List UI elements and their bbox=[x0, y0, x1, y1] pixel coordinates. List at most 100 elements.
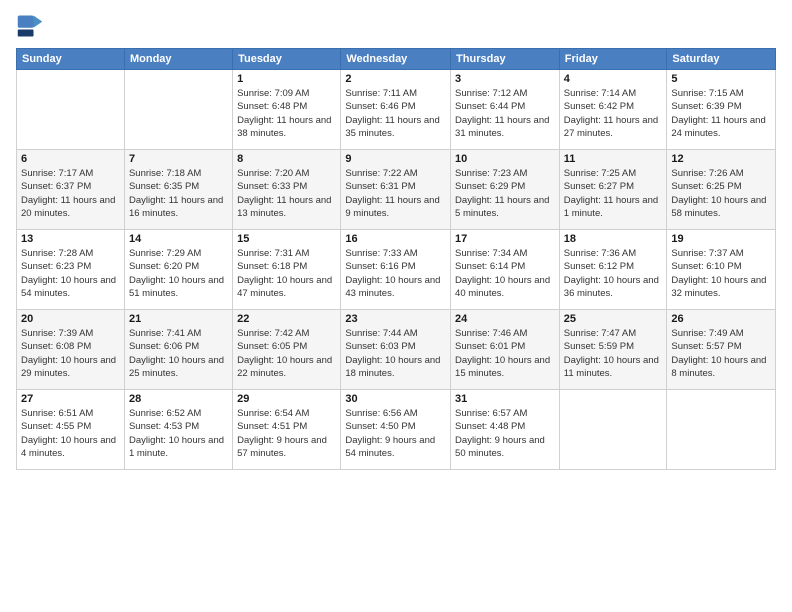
weekday-header-tuesday: Tuesday bbox=[233, 49, 341, 70]
day-info: Sunrise: 7:47 AM Sunset: 5:59 PM Dayligh… bbox=[564, 327, 663, 380]
day-info: Sunrise: 7:46 AM Sunset: 6:01 PM Dayligh… bbox=[455, 327, 555, 380]
day-number: 25 bbox=[564, 313, 663, 325]
day-info: Sunrise: 7:22 AM Sunset: 6:31 PM Dayligh… bbox=[345, 167, 446, 220]
day-cell: 1Sunrise: 7:09 AM Sunset: 6:48 PM Daylig… bbox=[233, 70, 341, 150]
day-cell: 22 Sunrise: 7:42 AM Sunset: 6:05 PM Dayli… bbox=[233, 310, 341, 390]
weekday-header-sunday: Sunday bbox=[17, 49, 125, 70]
day-number: 30 bbox=[345, 393, 446, 405]
day-cell: 2Sunrise: 7:11 AM Sunset: 6:46 PM Daylig… bbox=[341, 70, 451, 150]
day-number: 4 bbox=[564, 73, 663, 85]
day-info: Sunrise: 7:33 AM Sunset: 6:16 PM Dayligh… bbox=[345, 247, 446, 300]
day-info: Sunrise: 7:49 AM Sunset: 5:57 PM Dayligh… bbox=[671, 327, 771, 380]
day-info: Sunrise: 7:31 AM Sunset: 6:18 PM Dayligh… bbox=[237, 247, 336, 300]
day-number: 24 bbox=[455, 313, 555, 325]
day-cell: 5 Sunrise: 7:15 AM Sunset: 6:39 PM Daylig… bbox=[667, 70, 776, 150]
day-number: 9 bbox=[345, 153, 446, 165]
day-cell: 8 Sunrise: 7:20 AM Sunset: 6:33 PM Daylig… bbox=[233, 150, 341, 230]
day-number: 29 bbox=[237, 393, 336, 405]
day-cell: 24 Sunrise: 7:46 AM Sunset: 6:01 PM Dayli… bbox=[451, 310, 560, 390]
day-cell: 15Sunrise: 7:31 AM Sunset: 6:18 PM Dayli… bbox=[233, 230, 341, 310]
day-cell: 26 Sunrise: 7:49 AM Sunset: 5:57 PM Dayli… bbox=[667, 310, 776, 390]
day-number: 20 bbox=[21, 313, 120, 325]
day-info: Sunrise: 7:34 AM Sunset: 6:14 PM Dayligh… bbox=[455, 247, 555, 300]
calendar-table: SundayMondayTuesdayWednesdayThursdayFrid… bbox=[16, 48, 776, 470]
weekday-header-row: SundayMondayTuesdayWednesdayThursdayFrid… bbox=[17, 49, 776, 70]
day-number: 26 bbox=[671, 313, 771, 325]
day-info: Sunrise: 7:15 AM Sunset: 6:39 PM Dayligh… bbox=[671, 87, 771, 140]
day-cell: 13 Sunrise: 7:28 AM Sunset: 6:23 PM Dayli… bbox=[17, 230, 125, 310]
day-info: Sunrise: 7:37 AM Sunset: 6:10 PM Dayligh… bbox=[671, 247, 771, 300]
day-info: Sunrise: 7:23 AM Sunset: 6:29 PM Dayligh… bbox=[455, 167, 555, 220]
day-cell: 29Sunrise: 6:54 AM Sunset: 4:51 PM Dayli… bbox=[233, 390, 341, 470]
day-number: 18 bbox=[564, 233, 663, 245]
day-number: 14 bbox=[129, 233, 228, 245]
day-number: 1 bbox=[237, 73, 336, 85]
day-number: 23 bbox=[345, 313, 446, 325]
day-info: Sunrise: 6:56 AM Sunset: 4:50 PM Dayligh… bbox=[345, 407, 446, 460]
day-cell: 9 Sunrise: 7:22 AM Sunset: 6:31 PM Daylig… bbox=[341, 150, 451, 230]
day-number: 22 bbox=[237, 313, 336, 325]
day-cell: 16Sunrise: 7:33 AM Sunset: 6:16 PM Dayli… bbox=[341, 230, 451, 310]
day-info: Sunrise: 6:57 AM Sunset: 4:48 PM Dayligh… bbox=[455, 407, 555, 460]
week-row-0: 1Sunrise: 7:09 AM Sunset: 6:48 PM Daylig… bbox=[17, 70, 776, 150]
day-number: 10 bbox=[455, 153, 555, 165]
day-number: 3 bbox=[455, 73, 555, 85]
week-row-2: 13 Sunrise: 7:28 AM Sunset: 6:23 PM Dayli… bbox=[17, 230, 776, 310]
day-number: 7 bbox=[129, 153, 228, 165]
day-number: 5 bbox=[671, 73, 771, 85]
day-cell: 3 Sunrise: 7:12 AM Sunset: 6:44 PM Daylig… bbox=[451, 70, 560, 150]
day-cell: 7 Sunrise: 7:18 AM Sunset: 6:35 PM Daylig… bbox=[124, 150, 232, 230]
day-info: Sunrise: 7:42 AM Sunset: 6:05 PM Dayligh… bbox=[237, 327, 336, 380]
day-number: 2 bbox=[345, 73, 446, 85]
day-cell bbox=[124, 70, 232, 150]
day-cell: 21 Sunrise: 7:41 AM Sunset: 6:06 PM Dayli… bbox=[124, 310, 232, 390]
day-info: Sunrise: 7:44 AM Sunset: 6:03 PM Dayligh… bbox=[345, 327, 446, 380]
week-row-3: 20Sunrise: 7:39 AM Sunset: 6:08 PM Dayli… bbox=[17, 310, 776, 390]
day-cell: 31 Sunrise: 6:57 AM Sunset: 4:48 PM Dayli… bbox=[451, 390, 560, 470]
day-info: Sunrise: 7:14 AM Sunset: 6:42 PM Dayligh… bbox=[564, 87, 663, 140]
day-number: 28 bbox=[129, 393, 228, 405]
day-info: Sunrise: 7:29 AM Sunset: 6:20 PM Dayligh… bbox=[129, 247, 228, 300]
header bbox=[16, 12, 776, 40]
day-info: Sunrise: 7:41 AM Sunset: 6:06 PM Dayligh… bbox=[129, 327, 228, 380]
day-cell: 12 Sunrise: 7:26 AM Sunset: 6:25 PM Dayli… bbox=[667, 150, 776, 230]
logo bbox=[16, 12, 48, 40]
week-row-4: 27 Sunrise: 6:51 AM Sunset: 4:55 PM Dayli… bbox=[17, 390, 776, 470]
day-number: 11 bbox=[564, 153, 663, 165]
weekday-header-thursday: Thursday bbox=[451, 49, 560, 70]
day-number: 13 bbox=[21, 233, 120, 245]
day-cell: 20Sunrise: 7:39 AM Sunset: 6:08 PM Dayli… bbox=[17, 310, 125, 390]
day-cell: 6Sunrise: 7:17 AM Sunset: 6:37 PM Daylig… bbox=[17, 150, 125, 230]
day-cell bbox=[17, 70, 125, 150]
day-number: 21 bbox=[129, 313, 228, 325]
day-cell: 14 Sunrise: 7:29 AM Sunset: 6:20 PM Dayli… bbox=[124, 230, 232, 310]
day-info: Sunrise: 6:52 AM Sunset: 4:53 PM Dayligh… bbox=[129, 407, 228, 460]
day-number: 6 bbox=[21, 153, 120, 165]
weekday-header-saturday: Saturday bbox=[667, 49, 776, 70]
day-cell bbox=[667, 390, 776, 470]
day-info: Sunrise: 7:18 AM Sunset: 6:35 PM Dayligh… bbox=[129, 167, 228, 220]
day-info: Sunrise: 7:20 AM Sunset: 6:33 PM Dayligh… bbox=[237, 167, 336, 220]
day-number: 19 bbox=[671, 233, 771, 245]
weekday-header-friday: Friday bbox=[559, 49, 667, 70]
day-number: 12 bbox=[671, 153, 771, 165]
week-row-1: 6Sunrise: 7:17 AM Sunset: 6:37 PM Daylig… bbox=[17, 150, 776, 230]
day-cell: 30 Sunrise: 6:56 AM Sunset: 4:50 PM Dayli… bbox=[341, 390, 451, 470]
day-cell: 10 Sunrise: 7:23 AM Sunset: 6:29 PM Dayli… bbox=[451, 150, 560, 230]
day-cell: 18 Sunrise: 7:36 AM Sunset: 6:12 PM Dayli… bbox=[559, 230, 667, 310]
day-number: 8 bbox=[237, 153, 336, 165]
day-number: 27 bbox=[21, 393, 120, 405]
day-info: Sunrise: 7:26 AM Sunset: 6:25 PM Dayligh… bbox=[671, 167, 771, 220]
day-cell: 28 Sunrise: 6:52 AM Sunset: 4:53 PM Dayli… bbox=[124, 390, 232, 470]
day-number: 31 bbox=[455, 393, 555, 405]
day-info: Sunrise: 7:28 AM Sunset: 6:23 PM Dayligh… bbox=[21, 247, 120, 300]
day-info: Sunrise: 7:12 AM Sunset: 6:44 PM Dayligh… bbox=[455, 87, 555, 140]
day-cell: 11Sunrise: 7:25 AM Sunset: 6:27 PM Dayli… bbox=[559, 150, 667, 230]
day-cell bbox=[559, 390, 667, 470]
day-cell: 4 Sunrise: 7:14 AM Sunset: 6:42 PM Daylig… bbox=[559, 70, 667, 150]
weekday-header-monday: Monday bbox=[124, 49, 232, 70]
page: SundayMondayTuesdayWednesdayThursdayFrid… bbox=[0, 0, 792, 612]
day-number: 17 bbox=[455, 233, 555, 245]
day-info: Sunrise: 7:36 AM Sunset: 6:12 PM Dayligh… bbox=[564, 247, 663, 300]
day-info: Sunrise: 6:51 AM Sunset: 4:55 PM Dayligh… bbox=[21, 407, 120, 460]
